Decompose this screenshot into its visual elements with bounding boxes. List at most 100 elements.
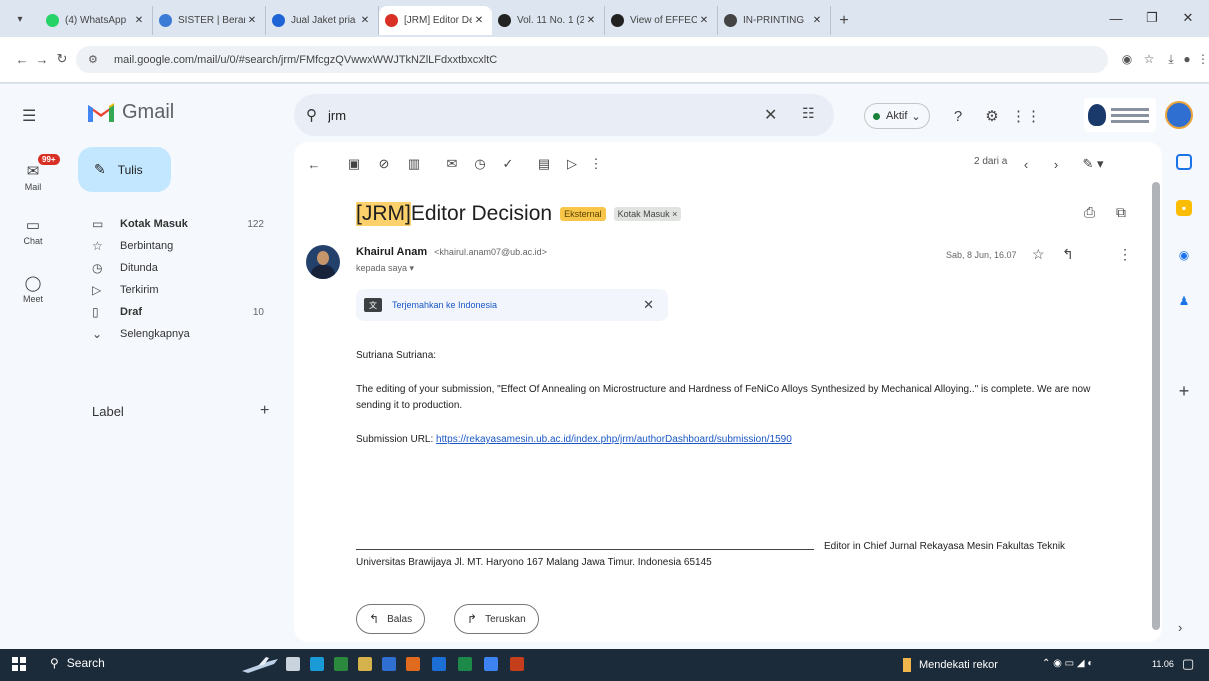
label-icon[interactable]: ▷ [562,154,582,174]
nav-item[interactable]: ▯ Draf 10 [78,301,278,323]
forward-icon[interactable]: → [32,49,52,69]
new-tab-icon[interactable]: + [831,6,857,35]
move-to-icon[interactable]: ▤ [534,154,554,174]
search-input[interactable] [328,107,834,123]
rail-chat[interactable]: ▭ Chat [18,214,48,246]
account-avatar[interactable] [1165,101,1193,129]
report-spam-icon[interactable]: ⊘ [374,154,394,174]
back-icon[interactable]: ← [12,49,32,69]
reply-icon[interactable]: ↰ [1062,246,1074,263]
edge-icon[interactable] [310,657,324,671]
nav-item[interactable]: ▭ Kotak Masuk 122 [78,213,278,235]
word-icon[interactable] [432,657,446,671]
close-translate-icon[interactable]: ✕ [643,297,654,313]
taskbar-search[interactable]: ⚲ Search [50,656,105,670]
forward-button[interactable]: ↱ Teruskan [454,604,539,634]
open-new-window-icon[interactable]: ⧉ [1116,204,1126,221]
main-menu-icon[interactable]: ☰ [22,106,36,126]
calendar-icon[interactable] [1176,154,1192,170]
browser-tab[interactable]: [JRM] Editor Decision✕ [379,6,492,35]
bookmark-star-icon[interactable]: ☆ [1140,50,1158,68]
browser-tab[interactable]: SISTER | Beranda✕ [153,6,266,35]
status-dropdown[interactable]: Aktif ⌄ [864,103,930,129]
nav-item[interactable]: ▷ Terkirim [78,279,278,301]
eye-icon[interactable]: ◉ [1118,50,1136,68]
office-icon[interactable] [406,657,420,671]
rail-mail[interactable]: ✉ 99+ Mail [18,154,60,192]
archive-icon[interactable]: ▣ [344,154,364,174]
snooze-icon[interactable]: ◷ [470,154,490,174]
close-tab-icon[interactable]: ✕ [132,15,146,26]
notification-icon[interactable]: ▢ [1182,656,1194,672]
maximize-icon[interactable]: ❐ [1136,8,1168,28]
browser-tab[interactable]: (4) WhatsApp ✕ [40,6,153,35]
delete-icon[interactable]: ▥ [404,154,424,174]
system-tray-icons[interactable]: ⌃ ◉ ▭ ◢ ◐ [1042,658,1093,669]
gmail-logo[interactable]: Gmail [86,100,174,124]
browser-menu-icon[interactable]: ⋮ [1194,50,1209,68]
reload-icon[interactable]: ↻ [52,49,72,69]
mark-unread-icon[interactable]: ✉ [442,154,462,174]
older-icon[interactable]: › [1046,154,1066,174]
get-addons-icon[interactable]: + [1173,380,1195,402]
keep-icon[interactable]: ▪ [1176,200,1192,216]
settings-gear-icon[interactable]: ⚙ [982,106,1002,126]
add-label-icon[interactable]: + [260,402,269,420]
task-view-icon[interactable] [286,657,300,671]
print-icon[interactable]: ⎙ [1084,204,1095,221]
email-more-icon[interactable]: ⋮ [1118,246,1132,263]
close-window-icon[interactable]: ✕ [1172,8,1204,28]
minimize-icon[interactable]: — [1100,8,1132,28]
newer-icon[interactable]: ‹ [1016,154,1036,174]
address-bar[interactable]: ⚙ mail.google.com/mail/u/0/#search/jrm/F… [76,46,1108,73]
sender-avatar[interactable] [306,245,340,279]
nav-item[interactable]: ◷ Ditunda [78,257,278,279]
tab-search-chevron-icon[interactable]: ▾ [8,9,32,29]
close-tab-icon[interactable]: ✕ [810,15,824,26]
close-tab-icon[interactable]: ✕ [584,15,598,26]
windows-start-icon[interactable] [12,657,26,671]
powerpoint-icon[interactable] [510,657,524,671]
recipient-details[interactable]: kepada saya ▾ [356,263,414,274]
clear-search-icon[interactable]: ✕ [764,105,777,125]
email-scrollbar[interactable] [1152,182,1160,630]
more-actions-icon[interactable]: ⋮ [586,154,606,174]
reply-button[interactable]: ↰ Balas [356,604,426,634]
nav-item[interactable]: ☆ Berbintang [78,235,278,257]
apps-grid-icon[interactable]: ⋮⋮ [1011,106,1041,126]
back-to-list-icon[interactable]: ← [304,154,324,174]
add-task-icon[interactable]: ✓ [498,154,518,174]
store-icon[interactable] [382,657,396,671]
star-icon[interactable]: ☆ [1032,246,1045,263]
contacts-icon[interactable]: ♟ [1173,290,1195,312]
browser-tab[interactable]: View of EFFECT ✕ [605,6,718,35]
submission-url-link[interactable]: https://rekayasamesin.ub.ac.id/index.php… [436,434,792,445]
taskbar-app-icon[interactable] [334,657,348,671]
browser-tab[interactable]: Vol. 11 No. 1 (2 ✕ [492,6,605,35]
search-icon[interactable]: ⚲ [306,106,328,124]
translate-link[interactable]: Terjemahkan ke Indonesia [392,300,497,310]
browser-tab[interactable]: Jual Jaket pria ✕ [266,6,379,35]
weather-widget[interactable]: Mendekati rekor [903,658,998,672]
compose-button[interactable]: ✎ Tulis [78,147,171,192]
close-tab-icon[interactable]: ✕ [245,15,259,26]
site-settings-icon[interactable]: ⚙ [88,53,106,66]
input-tools-icon[interactable]: ✎ ▾ [1078,154,1108,174]
clock[interactable]: 11.06 [1152,659,1174,669]
inbox-label-chip[interactable]: Kotak Masuk × [613,207,682,221]
chrome-icon[interactable] [484,657,498,671]
file-explorer-icon[interactable] [358,657,372,671]
excel-icon[interactable] [458,657,472,671]
rail-meet[interactable]: ◯ Meet [18,272,48,304]
close-tab-icon[interactable]: ✕ [697,15,711,26]
help-icon[interactable]: ? [948,106,968,126]
close-tab-icon[interactable]: ✕ [358,15,372,26]
tasks-icon[interactable]: ◉ [1173,244,1195,266]
search-options-icon[interactable]: ☷ [802,105,815,122]
search-bar[interactable]: ⚲ ✕ ☷ [294,94,834,136]
browser-tab[interactable]: IN-PRINTING ✕ [718,6,831,35]
close-tab-icon[interactable]: ✕ [472,15,486,26]
sender-name[interactable]: Khairul Anam [356,246,427,258]
nav-item[interactable]: ⌄ Selengkapnya [78,323,278,345]
organization-logo[interactable] [1084,98,1156,132]
